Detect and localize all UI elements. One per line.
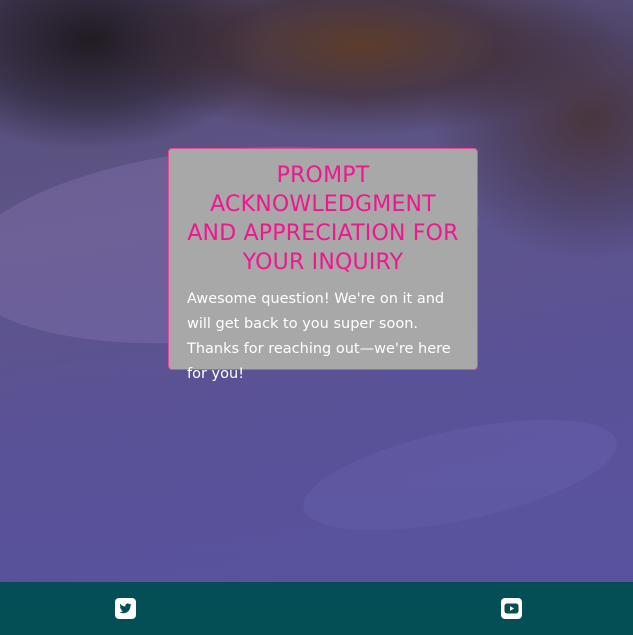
youtube-icon [501, 598, 522, 619]
twitter-link[interactable] [115, 598, 136, 619]
card-title: PROMPT ACKNOWLEDGMENT AND APPRECIATION F… [187, 163, 459, 275]
footer [0, 582, 633, 635]
confirmation-card: PROMPT ACKNOWLEDGMENT AND APPRECIATION F… [168, 148, 478, 382]
youtube-link[interactable] [501, 598, 522, 619]
card-message: Awesome question! We're on it and will g… [187, 291, 451, 382]
twitter-icon [115, 598, 136, 619]
